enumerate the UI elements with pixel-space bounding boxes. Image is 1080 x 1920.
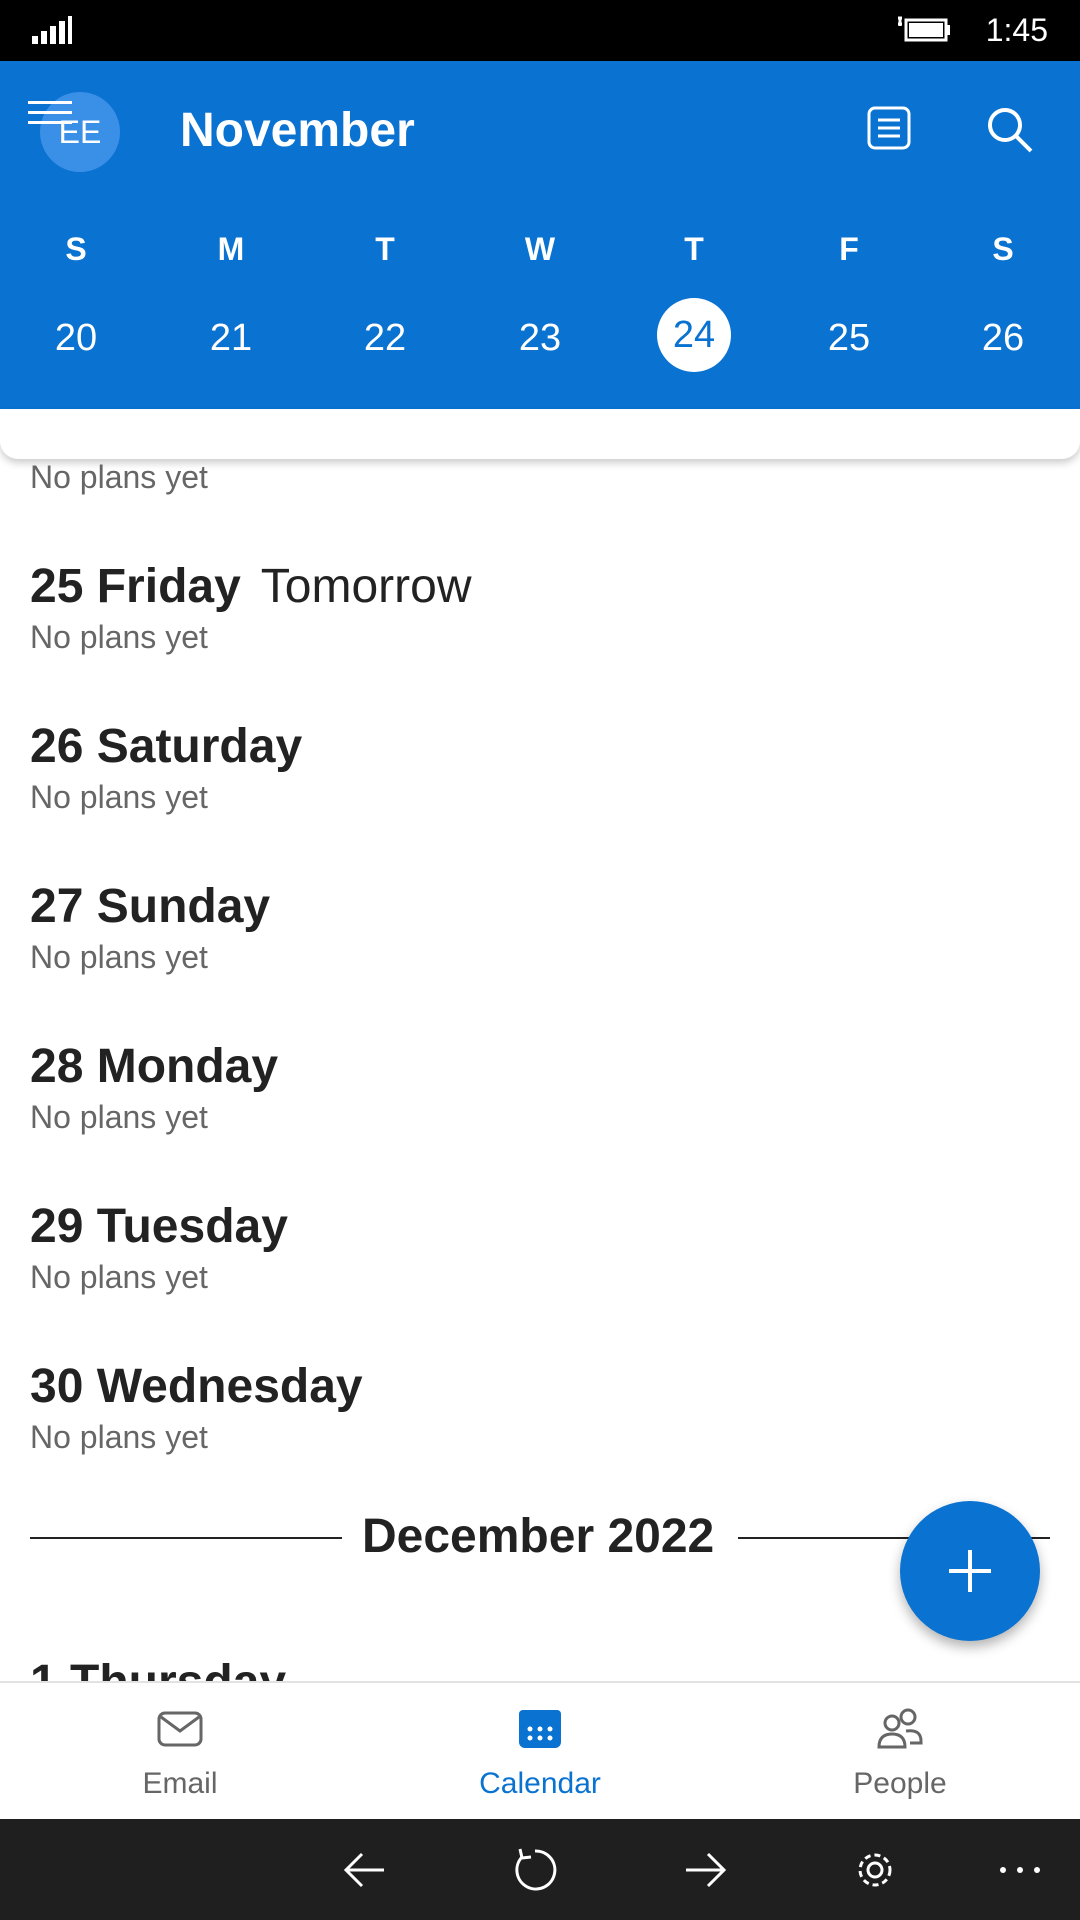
envelope-icon <box>157 1711 203 1747</box>
date-cell[interactable]: 23 <box>490 317 590 360</box>
day-heading[interactable]: 25 Friday Tomorrow <box>30 559 471 614</box>
day-subtitle: No plans yet <box>30 619 208 655</box>
date-cell[interactable]: 21 <box>181 317 281 360</box>
menu-icon[interactable] <box>28 101 72 125</box>
weekday-row: S M T W T F S <box>0 231 1080 291</box>
new-event-button[interactable] <box>900 1501 1040 1641</box>
weekday-label: S <box>992 231 1014 267</box>
day-title: 25 Friday <box>30 560 241 613</box>
system-nav-bar <box>0 1819 1080 1920</box>
more-icon[interactable] <box>995 1845 1045 1895</box>
weekday-label: T <box>684 231 704 267</box>
date-cell-selected[interactable]: 24 <box>657 298 731 372</box>
weekday-label: M <box>217 231 245 267</box>
forward-arrow-icon[interactable] <box>680 1845 730 1895</box>
date-cell[interactable]: 20 <box>26 317 126 360</box>
date-cell[interactable]: 26 <box>953 317 1053 360</box>
day-heading[interactable]: 29 Tuesday <box>30 1199 288 1254</box>
gear-icon[interactable] <box>850 1845 900 1895</box>
weekday-label: F <box>839 231 859 267</box>
month-divider-label: December 2022 <box>362 1510 715 1563</box>
month-divider: December 2022 <box>30 1509 1050 1569</box>
search-icon[interactable] <box>985 105 1035 155</box>
nav-email[interactable]: Email <box>0 1683 360 1821</box>
day-subtitle: No plans yet <box>30 939 208 975</box>
day-subtitle: No plans yet <box>30 1419 208 1455</box>
date-cell[interactable]: 25 <box>799 317 899 360</box>
calendar-icon <box>519 1710 561 1748</box>
nav-calendar[interactable]: Calendar <box>360 1683 720 1821</box>
day-subtitle: No plans yet <box>30 1099 208 1135</box>
day-subtitle: No plans yet <box>30 779 208 815</box>
signal-icon <box>32 16 72 44</box>
people-icon <box>877 1708 923 1749</box>
header-card-edge <box>0 409 1080 459</box>
nav-calendar-label: Calendar <box>479 1767 601 1800</box>
plus-icon <box>949 1550 991 1592</box>
day-heading[interactable]: 30 Wednesday <box>30 1359 363 1414</box>
divider-line <box>30 1537 342 1539</box>
day-heading[interactable]: 1 Thursday <box>30 1655 286 1681</box>
agenda-list[interactable]: No plans yet 25 Friday Tomorrow No plans … <box>0 459 1080 1681</box>
status-bar: 1:45 <box>0 0 1080 61</box>
day-heading[interactable]: 26 Saturday <box>30 719 302 774</box>
battery-icon <box>898 16 950 42</box>
day-relative-label: Tomorrow <box>260 560 472 613</box>
day-heading[interactable]: 27 Sunday <box>30 879 270 934</box>
date-cell[interactable]: 22 <box>335 317 435 360</box>
status-time: 1:45 <box>985 12 1048 48</box>
bottom-nav: Email Calendar People <box>0 1681 1080 1821</box>
page-title[interactable]: November <box>180 103 415 158</box>
weekday-label: S <box>65 231 87 267</box>
day-subtitle: No plans yet <box>30 1259 208 1295</box>
nav-email-label: Email <box>142 1767 218 1800</box>
calendar-header: EE November S M T W T F S 20 21 22 23 24… <box>0 61 1080 409</box>
weekday-label: T <box>375 231 395 267</box>
weekday-label: W <box>524 231 556 267</box>
nav-people[interactable]: People <box>720 1683 1080 1821</box>
agenda-view-icon[interactable] <box>866 105 912 151</box>
date-row: 20 21 22 23 24 25 26 <box>0 298 1080 377</box>
back-arrow-icon[interactable] <box>340 1845 390 1895</box>
refresh-icon[interactable] <box>510 1845 560 1895</box>
day-heading[interactable]: 28 Monday <box>30 1039 278 1094</box>
nav-people-label: People <box>853 1767 947 1800</box>
day-subtitle: No plans yet <box>30 459 208 495</box>
